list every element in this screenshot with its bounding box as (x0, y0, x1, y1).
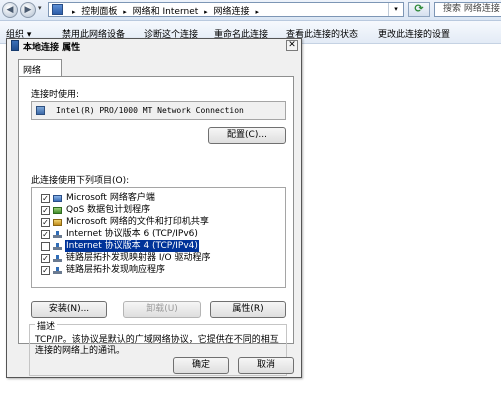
close-button[interactable]: ✕ (286, 40, 298, 51)
list-item[interactable]: Internet 协议版本 4 (TCP/IPv4) (32, 240, 285, 252)
item-checkbox[interactable]: ✓ (41, 266, 50, 275)
breadcrumb-network-internet[interactable]: 网络和 Internet (133, 7, 199, 17)
network-adapter-icon (11, 40, 19, 51)
breadcrumb-chevron-icon: ▸ (255, 8, 259, 16)
tab-network-label: 网络 (23, 66, 42, 76)
item-checkbox[interactable]: ✓ (41, 218, 50, 227)
client-icon (53, 195, 62, 202)
address-field[interactable]: ▸ 控制面板 ▸ 网络和 Internet ▸ 网络连接 ▸ ▾ (48, 2, 404, 17)
cancel-button[interactable]: 取消 (238, 357, 294, 374)
qos-icon (53, 207, 62, 214)
list-item[interactable]: ✓ Microsoft 网络客户端 (32, 192, 285, 204)
breadcrumb: ▸ 控制面板 ▸ 网络和 Internet ▸ 网络连接 ▸ (69, 4, 262, 17)
adapter-icon (36, 106, 45, 115)
forward-arrow-icon: ▶ (24, 5, 32, 15)
back-arrow-icon: ◀ (6, 5, 14, 15)
description-legend: 描述 (35, 319, 58, 332)
items-label: 此连接使用下列项目(O): (31, 176, 130, 186)
back-button[interactable]: ◀ (2, 2, 18, 18)
item-checkbox[interactable]: ✓ (41, 194, 50, 203)
share-icon (53, 219, 62, 226)
breadcrumb-network-connections[interactable]: 网络连接 (214, 7, 250, 17)
ok-button[interactable]: 确定 (173, 357, 229, 374)
list-item[interactable]: ✓ Internet 协议版本 6 (TCP/IPv6) (32, 228, 285, 240)
connect-using-label: 连接时使用: (31, 90, 80, 100)
protocol-icon (53, 231, 62, 238)
address-dropdown-icon[interactable]: ▾ (388, 3, 403, 16)
refresh-icon: ⟳ (414, 2, 424, 15)
refresh-button[interactable]: ⟳ (408, 2, 430, 17)
items-list: ✓ Microsoft 网络客户端 ✓ QoS 数据包计划程序 ✓ Micros… (31, 187, 286, 288)
item-checkbox[interactable]: ✓ (41, 254, 50, 263)
control-panel-icon (52, 4, 63, 15)
item-label: 链路层拓扑发现映射器 I/O 驱动程序 (66, 253, 211, 263)
breadcrumb-chevron-icon: ▸ (204, 8, 208, 16)
adapter-name: Intel(R) PRO/1000 MT Network Connection (56, 106, 244, 115)
list-item[interactable]: ✓ QoS 数据包计划程序 (32, 204, 285, 216)
item-label: 链路层拓扑发现响应程序 (66, 265, 166, 275)
forward-button[interactable]: ▶ (20, 2, 36, 18)
breadcrumb-chevron-icon: ▸ (72, 8, 76, 16)
list-item[interactable]: ✓ 链路层拓扑发现映射器 I/O 驱动程序 (32, 252, 285, 264)
recent-pages-dropdown[interactable]: ▾ (38, 4, 42, 12)
search-input[interactable]: 搜索 网络连接 (434, 2, 501, 17)
dialog-titlebar[interactable]: 本地连接 属性 ✕ (7, 39, 301, 53)
adapter-field: Intel(R) PRO/1000 MT Network Connection (31, 101, 286, 120)
network-tab-panel: 连接时使用: Intel(R) PRO/1000 MT Network Conn… (18, 76, 294, 376)
item-checkbox[interactable]: ✓ (41, 206, 50, 215)
protocol-icon (53, 243, 62, 250)
item-label: Microsoft 网络客户端 (66, 193, 155, 203)
description-text: TCP/IP。该协议是默认的广域网络协议，它提供在不同的相互连接的网络上的通讯。 (35, 335, 279, 356)
close-icon: ✕ (288, 40, 296, 50)
list-item[interactable]: ✓ 链路层拓扑发现响应程序 (32, 264, 285, 276)
item-checkbox[interactable]: ✓ (41, 230, 50, 239)
list-item[interactable]: ✓ Microsoft 网络的文件和打印机共享 (32, 216, 285, 228)
item-label: Internet 协议版本 4 (TCP/IPv4) (65, 240, 199, 252)
address-bar-strip: ◀ ▶ ▾ ▸ 控制面板 ▸ 网络和 Internet ▸ 网络连接 ▸ ▾ ⟳… (0, 0, 501, 21)
item-label: QoS 数据包计划程序 (66, 205, 151, 215)
item-label: Microsoft 网络的文件和打印机共享 (66, 217, 209, 227)
install-button[interactable]: 安装(N)... (31, 301, 107, 318)
protocol-icon (53, 255, 62, 262)
configure-button[interactable]: 配置(C)... (208, 127, 286, 144)
tab-network[interactable]: 网络 (18, 59, 62, 77)
breadcrumb-chevron-icon: ▸ (123, 8, 127, 16)
item-checkbox[interactable] (41, 242, 50, 251)
change-settings-button[interactable]: 更改此连接的设置 (378, 27, 450, 40)
uninstall-button[interactable]: 卸载(U) (123, 301, 201, 318)
protocol-icon (53, 267, 62, 274)
breadcrumb-control-panel[interactable]: 控制面板 (81, 7, 117, 17)
dialog-title: 本地连接 属性 (23, 43, 81, 53)
properties-button[interactable]: 属性(R) (210, 301, 286, 318)
connection-properties-dialog: 本地连接 属性 ✕ 网络 连接时使用: Intel(R) PRO/1000 MT… (6, 38, 302, 378)
item-label: Internet 协议版本 6 (TCP/IPv6) (66, 229, 198, 239)
